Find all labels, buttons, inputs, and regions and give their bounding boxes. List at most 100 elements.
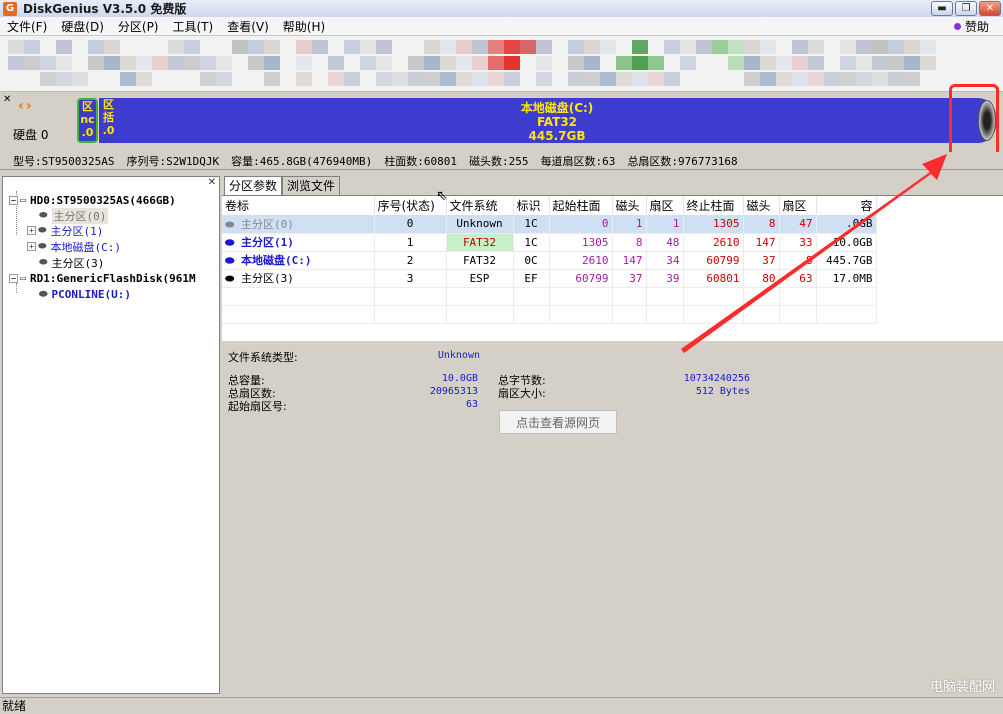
menu-file[interactable]: 文件(F) [0, 18, 54, 35]
watermark-text: 电脑装配网 [930, 676, 995, 695]
tab-partition-params[interactable]: 分区参数 [224, 176, 282, 195]
toolbar-blur-tile [232, 40, 248, 54]
minimize-button[interactable]: ▬ [931, 1, 953, 16]
col-header-label[interactable]: 卷标 [222, 196, 374, 215]
toolbar-blur-tile [568, 72, 584, 86]
close-button[interactable]: ✕ [979, 1, 1001, 16]
col-header-end-cyl[interactable]: 终止柱面 [683, 196, 743, 215]
expand-icon[interactable]: + [27, 242, 36, 251]
toolbar-blur-tile [40, 72, 56, 86]
toolbar-blur-tile [568, 40, 584, 54]
tree-disk-hd0-label: HD0:ST9500325AS(466GB) [30, 194, 176, 207]
toolbar-blur-tile [136, 72, 152, 86]
menu-partition[interactable]: 分区(P) [111, 18, 166, 35]
toolbar-blur-tile [488, 40, 504, 54]
row-end-cyl: 2610 [683, 233, 743, 251]
toolbar-blur-tile [888, 56, 904, 70]
table-row[interactable]: ⬬ 本地磁盘(C:) 2 FAT32 0C 2610 147 34 60799 … [222, 251, 876, 269]
col-header-end-sec[interactable]: 扇区 [779, 196, 816, 215]
toolbar-blur-tile [312, 40, 328, 54]
toolbar-blur-tile [536, 40, 552, 54]
app-logo-icon: G [3, 2, 17, 16]
toolbar-blur-tile [376, 56, 392, 70]
col-header-id[interactable]: 标识 [513, 196, 549, 215]
toolbar-blur-tile [472, 56, 488, 70]
partition-c-size: 445.7GB [118, 129, 996, 143]
table-row[interactable]: ⬬ 主分区(1) 1 FAT32 1C 1305 8 48 2610 147 3… [222, 233, 876, 251]
row-fs: Unknown [446, 215, 513, 233]
toolbar-blur-tile [296, 56, 312, 70]
partition-icon: ⬬ [38, 225, 47, 236]
col-header-start-cyl[interactable]: 起始柱面 [549, 196, 612, 215]
toolbar-blur-tile [248, 56, 264, 70]
collapse-icon[interactable]: − [9, 274, 18, 283]
toolbar-blur-tile [840, 40, 856, 54]
next-disk-icon[interactable]: › [26, 98, 32, 114]
row-size: 10.0GB [816, 233, 876, 251]
partition-block-1[interactable]: 区 括 .0 [99, 98, 118, 143]
toolbar-blur-tile [760, 40, 776, 54]
tree-partition-u[interactable]: ⬬ PCONLINE(U:) [39, 287, 131, 302]
tree-partition-1[interactable]: + ⬬ 主分区(1) [27, 223, 103, 238]
row-start-cyl: 1305 [549, 233, 612, 251]
row-end-cyl: 60799 [683, 251, 743, 269]
toolbar-blurred [0, 36, 1003, 92]
toolbar-blur-tile [248, 40, 264, 54]
row-start-sec: 39 [646, 269, 683, 287]
col-header-end-head[interactable]: 磁头 [743, 196, 779, 215]
toolbar-blur-tile [376, 40, 392, 54]
partition-c-name: 本地磁盘(C:) [118, 101, 996, 115]
toolbar-blur-tile [104, 56, 120, 70]
tree-partition-u-label: PCONLINE(U:) [52, 288, 131, 301]
expand-icon[interactable]: + [27, 226, 36, 235]
restore-button[interactable]: ❐ [955, 1, 977, 16]
tab-browse-files[interactable]: 浏览文件 [282, 176, 340, 195]
col-header-size[interactable]: 容 [816, 196, 876, 215]
toolbar-blur-tile [888, 72, 904, 86]
col-header-fs[interactable]: 文件系统 [446, 196, 513, 215]
toolbar-blur-tile [120, 56, 136, 70]
toolbar-blur-tile [264, 56, 280, 70]
menu-disk[interactable]: 硬盘(D) [54, 18, 111, 35]
col-header-start-head[interactable]: 磁头 [612, 196, 646, 215]
disk-serial: 序列号:S2W1DQJK [126, 153, 219, 169]
view-source-tooltip[interactable]: 点击查看源网页 [499, 410, 617, 434]
row-start-sec: 48 [646, 233, 683, 251]
row-size: .0GB [816, 215, 876, 233]
toolbar-blur-tile [424, 72, 440, 86]
table-row[interactable]: ⬬ 主分区(3) 3 ESP EF 60799 37 39 60801 80 6… [222, 269, 876, 287]
disk-cylinders: 柱面数:60801 [384, 153, 457, 169]
partition-detail-pane: 分区参数 浏览文件 卷标 序号(状态) 文件系统 标识 起始柱面 磁头 扇区 终… [222, 176, 1003, 694]
sponsor-link[interactable]: 赞助 [954, 18, 989, 35]
table-row[interactable]: ⬬ 主分区(0) 0 Unknown 1C 0 1 1 1305 8 47 .0… [222, 215, 876, 233]
tree-disk-rd1[interactable]: − ▭ RD1:GenericFlashDisk(961M [9, 271, 196, 286]
total-sectors-value: 20965313 [418, 386, 478, 397]
partition-block-c[interactable]: 本地磁盘(C:) FAT32 445.7GB [118, 98, 996, 143]
toolbar-blur-tile [808, 72, 824, 86]
partition-icon: ⬬ [39, 210, 48, 221]
toolbar-blur-tile [632, 72, 648, 86]
col-header-start-sec[interactable]: 扇区 [646, 196, 683, 215]
tree-partition-c[interactable]: + ⬬ 本地磁盘(C:) [27, 239, 121, 254]
close-icon[interactable]: ✕ [208, 177, 216, 188]
table-header: 卷标 序号(状态) 文件系统 标识 起始柱面 磁头 扇区 终止柱面 磁头 扇区 … [222, 196, 876, 215]
prev-disk-icon[interactable]: ‹ [18, 98, 24, 114]
partition-block-0[interactable]: 区 nc .0 [77, 98, 98, 143]
menu-tools[interactable]: 工具(T) [166, 18, 221, 35]
tree-disk-hd0[interactable]: − ▭ HD0:ST9500325AS(466GB) [9, 193, 176, 208]
menu-help[interactable]: 帮助(H) [276, 18, 332, 35]
collapse-icon[interactable]: − [9, 196, 18, 205]
toolbar-blur-tile [600, 72, 616, 86]
toolbar-blur-tile [24, 40, 40, 54]
tree-partition-3[interactable]: ⬬ 主分区(3) [39, 255, 104, 270]
toolbar-blur-tile [856, 72, 872, 86]
row-end-head: 80 [743, 269, 779, 287]
total-capacity-value: 10.0GB [418, 373, 478, 384]
toolbar-blur-tile [456, 56, 472, 70]
toolbar-blur-tile [536, 72, 552, 86]
menu-view[interactable]: 查看(V) [220, 18, 276, 35]
toolbar-blur-tile [856, 56, 872, 70]
disk-model: 型号:ST9500325AS [13, 153, 114, 169]
close-icon[interactable]: ✕ [3, 94, 11, 105]
tree-partition-0[interactable]: ⬬ 主分区(0) [39, 208, 108, 223]
